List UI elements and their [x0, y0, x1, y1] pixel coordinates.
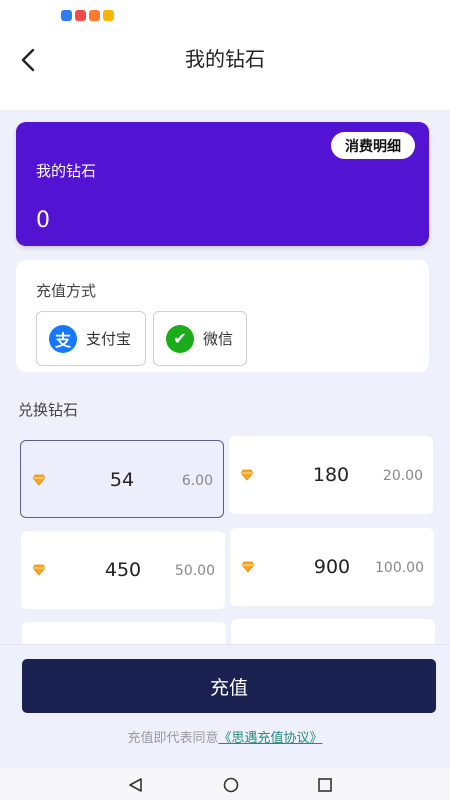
- triangle-back-icon: [129, 778, 142, 792]
- payment-method-card: 充值方式 支 支付宝 ✔ 微信: [16, 260, 429, 372]
- diamond-package-partial[interactable]: [231, 619, 435, 646]
- recharge-panel: 充值 充值即代表同意《思遇充值协议》: [0, 644, 450, 768]
- alipay-option[interactable]: 支 支付宝: [36, 311, 146, 366]
- recharge-button[interactable]: 充值: [22, 659, 436, 713]
- wechat-label: 微信: [203, 330, 234, 348]
- system-home-button[interactable]: [218, 772, 244, 798]
- alipay-label: 支付宝: [86, 330, 132, 348]
- diamond-package-partial[interactable]: [22, 622, 226, 646]
- wechat-option[interactable]: ✔ 微信: [153, 311, 247, 366]
- diamond-package-180[interactable]: 180 20.00: [229, 436, 433, 514]
- app-notification-icon: [89, 10, 100, 21]
- alipay-icon: 支: [49, 324, 77, 353]
- recharge-agreement: 充值即代表同意《思遇充值协议》: [0, 727, 450, 746]
- square-recent-icon: [318, 778, 332, 792]
- status-bar: [0, 0, 450, 30]
- package-price: 100.00: [375, 560, 424, 576]
- diamond-package-900[interactable]: 900 100.00: [230, 528, 434, 606]
- diamond-package-54[interactable]: 54 6.00: [20, 440, 224, 518]
- system-recent-button[interactable]: [312, 772, 338, 798]
- main-content: 我的钻石 0 消费明细 充值方式 支 支付宝 ✔ 微信 兑换钻石 54 6.00: [0, 110, 450, 800]
- package-price: 20.00: [382, 468, 423, 484]
- diamond-balance-value: 0: [36, 208, 50, 233]
- navigation-bar: 我的钻石: [0, 30, 450, 110]
- package-price: 50.00: [174, 563, 215, 579]
- app-notification-icon: [61, 10, 72, 21]
- consumption-detail-button[interactable]: 消费明细: [331, 132, 415, 159]
- diamond-balance-label: 我的钻石: [36, 162, 97, 180]
- system-back-button[interactable]: [123, 772, 149, 798]
- agreement-link[interactable]: 《思遇充值协议》: [219, 731, 323, 746]
- app-notification-icon: [75, 10, 86, 21]
- agreement-prefix: 充值即代表同意: [127, 731, 219, 746]
- package-price: 6.00: [181, 473, 213, 489]
- notification-icons: [61, 10, 114, 21]
- diamond-package-450[interactable]: 450 50.00: [21, 531, 225, 609]
- alipay-icon-glyph: 支: [54, 330, 71, 350]
- payment-method-title: 充值方式: [36, 282, 97, 300]
- circle-home-icon: [223, 777, 239, 793]
- wechat-icon-glyph: ✔: [173, 329, 187, 348]
- page-title: 我的钻石: [185, 47, 265, 71]
- diamond-package-grid: 54 6.00 180 20.00 450 50.00 900 100.00: [0, 436, 450, 646]
- app-notification-icon: [103, 10, 114, 21]
- diamond-balance-card: 我的钻石 0 消费明细: [16, 122, 429, 246]
- exchange-diamond-title: 兑换钻石: [18, 401, 79, 419]
- wechat-icon: ✔: [166, 324, 194, 353]
- system-navigation-bar: [0, 768, 450, 800]
